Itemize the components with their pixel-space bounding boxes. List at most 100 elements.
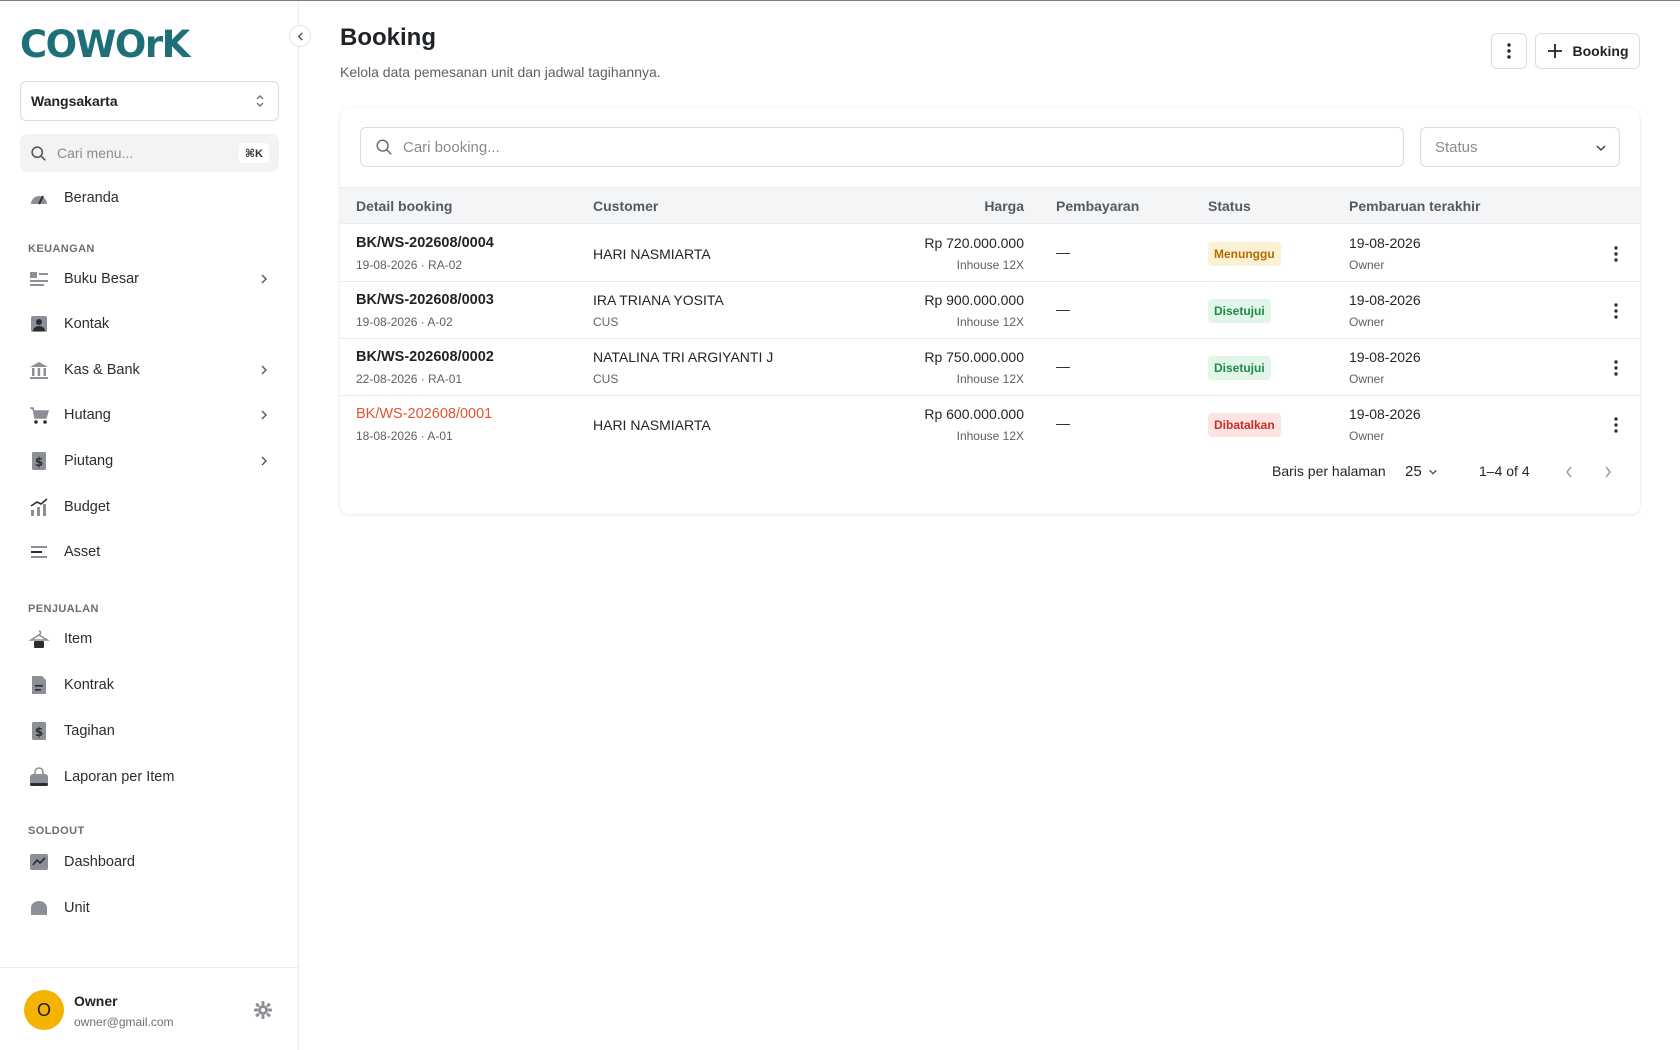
kebab-icon [1614, 303, 1618, 319]
contact-icon [31, 316, 47, 332]
kebab-icon [1614, 417, 1618, 433]
chevron-up-down-icon [256, 95, 264, 107]
customer-name: NATALINA TRI ARGIYANTI J [593, 349, 774, 365]
column-header-status[interactable]: Status [1208, 198, 1251, 214]
sidebar-item-label: Piutang [64, 453, 114, 469]
app-logo[interactable]: COWOrK [20, 23, 190, 66]
search-shortcut-badge: ⌘K [238, 143, 269, 163]
sidebar-item-dashboard[interactable]: Dashboard [20, 843, 279, 881]
sidebar-item-piutang[interactable]: $ Piutang [20, 442, 279, 480]
booking-code-link[interactable]: BK/WS-202608/0004 [356, 235, 494, 251]
add-booking-button[interactable]: Booking [1535, 33, 1640, 69]
dashboard-gauge-icon [31, 195, 47, 205]
previous-page-button[interactable] [1561, 463, 1577, 481]
status-filter-select[interactable]: Status [1420, 127, 1620, 167]
booking-meta: 18-08-2026 · A-01 [356, 429, 453, 443]
collapse-sidebar-button[interactable] [289, 25, 311, 47]
booking-meta: 19-08-2026 · A-02 [356, 315, 453, 329]
trend-icon [30, 854, 48, 870]
chevron-down-icon [1596, 145, 1606, 152]
payment-scheme: Inhouse 12X [956, 258, 1024, 272]
updated-by: Owner [1349, 372, 1385, 386]
workspace-selector[interactable]: Wangsakarta [20, 81, 279, 121]
payment-scheme: Inhouse 12X [956, 372, 1024, 386]
sidebar-item-label: Dashboard [64, 854, 135, 870]
payment-value: — [1056, 415, 1070, 431]
user-panel[interactable]: O Owner owner@gmail.com [0, 967, 299, 1050]
nav-section-keuangan: KEUANGAN [28, 243, 95, 255]
row-actions-button[interactable] [1606, 244, 1626, 264]
column-header-price[interactable]: Harga [984, 198, 1024, 214]
sidebar-item-kontak[interactable]: Kontak [20, 305, 279, 343]
asset-icon [31, 546, 47, 558]
table-row[interactable]: BK/WS-202608/0003 19-08-2026 · A-02 IRA TR… [340, 282, 1640, 339]
sidebar-item-beranda[interactable]: Beranda [20, 179, 279, 217]
menu-search-placeholder: Cari menu... [57, 145, 134, 161]
chevron-down-icon [1428, 469, 1437, 475]
status-badge: Disetujui [1208, 356, 1271, 380]
rows-per-page-select[interactable]: 25 [1405, 463, 1438, 480]
sidebar-item-asset[interactable]: Asset [20, 533, 279, 571]
sidebar-item-label: Laporan per Item [64, 769, 175, 785]
sidebar-item-hutang[interactable]: Hutang [20, 396, 279, 434]
sidebar-item-laporan-per-item[interactable]: Laporan per Item [20, 758, 279, 796]
sidebar-item-tagihan[interactable]: $ Tagihan [20, 712, 279, 750]
payment-value: — [1056, 301, 1070, 317]
menu-search[interactable]: Cari menu... ⌘K [20, 134, 279, 172]
kebab-icon [1507, 43, 1511, 59]
sidebar-item-label: Asset [64, 544, 101, 560]
report-bag-icon [30, 767, 48, 786]
sidebar-item-label: Beranda [64, 190, 119, 206]
chevron-right-icon [1605, 466, 1611, 478]
sidebar-item-buku-besar[interactable]: Buku Besar [20, 260, 279, 298]
status-badge: Disetujui [1208, 299, 1271, 323]
updated-by: Owner [1349, 315, 1385, 329]
table-row[interactable]: BK/WS-202608/0004 19-08-2026 · RA-02 HARI … [340, 225, 1640, 282]
avatar[interactable]: O [24, 990, 64, 1030]
user-email: owner@gmail.com [74, 1015, 174, 1029]
booking-code-link[interactable]: BK/WS-202608/0001 [356, 406, 492, 422]
sidebar-item-label: Hutang [64, 407, 111, 423]
updated-date: 19-08-2026 [1349, 349, 1421, 365]
customer-name: IRA TRIANA YOSITA [593, 292, 724, 308]
sidebar-item-unit[interactable]: Unit [20, 889, 279, 927]
booking-search-placeholder: Cari booking... [403, 138, 500, 156]
invoice-icon: $ [32, 722, 46, 740]
table-row[interactable]: BK/WS-202608/0002 22-08-2026 · RA-01 NATAL… [340, 339, 1640, 396]
booking-card: Cari booking... Status Detail booking Cu… [340, 108, 1640, 514]
column-header-updated[interactable]: Pembaruan terakhir [1349, 198, 1481, 214]
budget-chart-icon [30, 498, 48, 516]
price-amount: Rp 720.000.000 [924, 235, 1024, 251]
row-actions-button[interactable] [1606, 415, 1626, 435]
add-booking-label: Booking [1572, 43, 1629, 59]
customer-code: CUS [593, 372, 619, 386]
plus-icon [1547, 44, 1562, 58]
more-actions-button[interactable] [1491, 33, 1527, 69]
booking-code-link[interactable]: BK/WS-202608/0003 [356, 292, 494, 308]
status-badge: Dibatalkan [1208, 413, 1281, 437]
sidebar-item-budget[interactable]: Budget [20, 488, 279, 526]
sidebar-item-kas-bank[interactable]: Kas & Bank [20, 351, 279, 389]
chevron-left-icon [1566, 466, 1572, 478]
next-page-button[interactable] [1600, 463, 1616, 481]
contract-icon [32, 676, 46, 694]
booking-meta: 22-08-2026 · RA-01 [356, 372, 463, 386]
row-actions-button[interactable] [1606, 301, 1626, 321]
column-header-customer[interactable]: Customer [593, 198, 658, 214]
column-header-detail[interactable]: Detail booking [356, 198, 452, 214]
sidebar-item-kontrak[interactable]: Kontrak [20, 666, 279, 704]
table-row[interactable]: BK/WS-202608/0001 18-08-2026 · A-01 HARI N… [340, 396, 1640, 453]
booking-code-link[interactable]: BK/WS-202608/0002 [356, 349, 494, 365]
nav-section-penjualan: PENJUALAN [28, 603, 99, 615]
booking-search-input[interactable]: Cari booking... [360, 127, 1404, 167]
payment-value: — [1056, 358, 1070, 374]
payment-scheme: Inhouse 12X [956, 315, 1024, 329]
ledger-icon [30, 272, 48, 286]
unit-icon [31, 901, 47, 915]
search-icon [31, 145, 46, 161]
row-actions-button[interactable] [1606, 358, 1626, 378]
table-header: Detail booking Customer Harga Pembayaran… [340, 187, 1640, 224]
column-header-payment[interactable]: Pembayaran [1056, 198, 1139, 214]
gear-icon[interactable] [253, 1000, 273, 1020]
sidebar-item-item[interactable]: Item [20, 620, 279, 658]
